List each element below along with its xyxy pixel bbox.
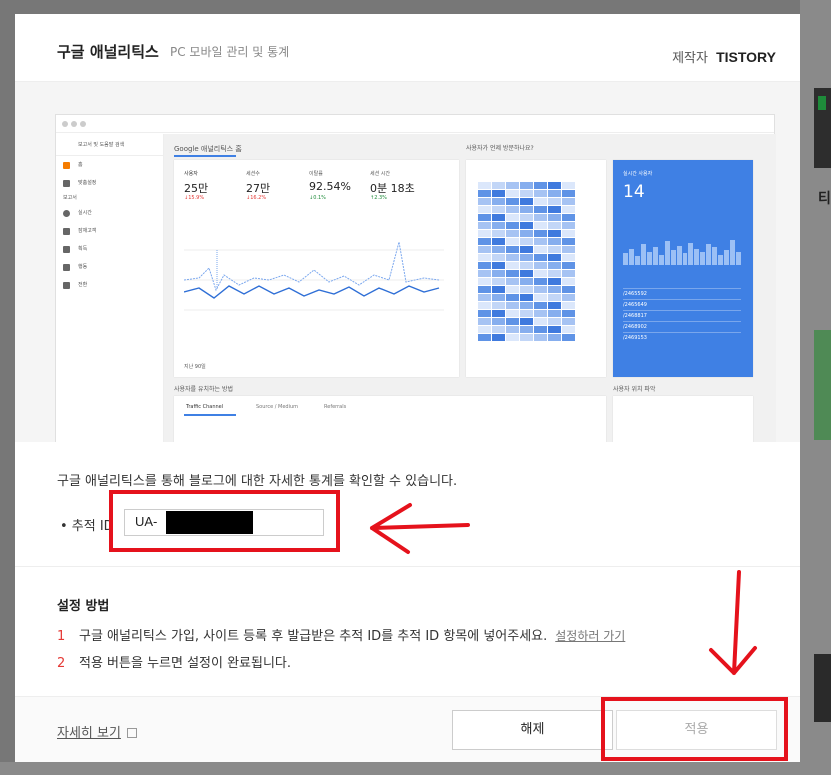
annotation-arrows <box>370 503 757 675</box>
